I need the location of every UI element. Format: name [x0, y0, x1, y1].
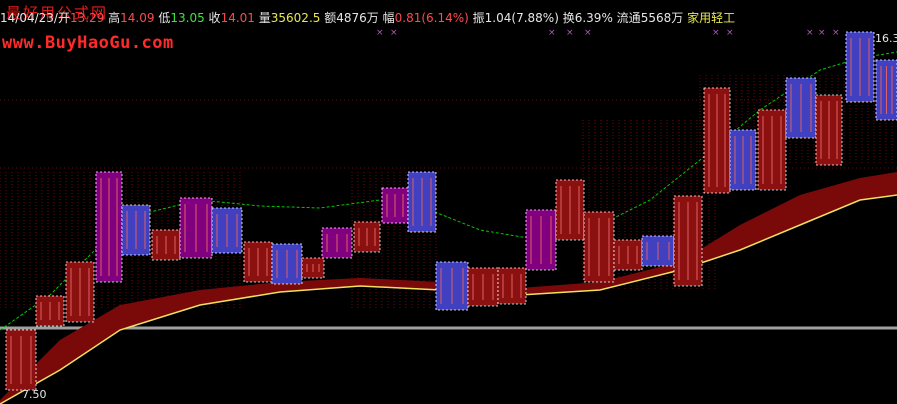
change-value: 0.81(6.14%)	[394, 11, 469, 25]
high-label: 高	[108, 11, 121, 25]
volume-label: 量	[258, 11, 271, 25]
amplitude-label: 振	[472, 11, 485, 25]
float-value: 5568万	[640, 11, 684, 25]
open-value: 13.29	[69, 11, 105, 25]
amount-label: 额	[324, 11, 337, 25]
kline-chart[interactable]: × × × × × × × × × × 最好用公式网 14/04/23/开13.29 高14.09…	[0, 0, 897, 404]
marker-x: ×	[818, 28, 826, 38]
kline-canvas[interactable]: × × × × × × × × × ×	[0, 0, 897, 404]
marker-x: ×	[566, 28, 574, 38]
quote-date: 14/04/23/	[0, 11, 58, 25]
marker-x: ×	[390, 28, 398, 38]
quote-info-bar: 14/04/23/开13.29 高14.09 低13.05 收14.01 量35…	[0, 10, 735, 26]
volume-value: 35602.5	[270, 11, 321, 25]
turnover-label: 换	[562, 11, 575, 25]
marker-x: ×	[832, 28, 840, 38]
float-label: 流通	[616, 11, 641, 25]
close-value: 14.01	[220, 11, 255, 25]
amplitude-value: 1.04(7.88%)	[484, 11, 559, 25]
marker-x: ×	[712, 28, 720, 38]
marker-x: ×	[584, 28, 592, 38]
sector-value: 家用轻工	[687, 11, 736, 25]
low-value: 13.05	[170, 11, 205, 25]
open-label: 开	[57, 11, 70, 25]
close-label: 收	[208, 11, 221, 25]
marker-x: ×	[376, 28, 384, 38]
change-label: 幅	[382, 11, 395, 25]
low-label: 低	[158, 11, 171, 25]
marker-x: ×	[726, 28, 734, 38]
high-price-label: 16.3	[875, 32, 897, 45]
high-value: 14.09	[120, 11, 155, 25]
amount-value: 4876万	[336, 11, 379, 25]
marker-x: ×	[806, 28, 814, 38]
marker-x: ×	[548, 28, 556, 38]
site-url-link[interactable]: www.BuyHaoGu.com	[2, 33, 174, 53]
turnover-value: 6.39%	[574, 11, 613, 25]
low-price-label: 7.50	[22, 388, 47, 401]
